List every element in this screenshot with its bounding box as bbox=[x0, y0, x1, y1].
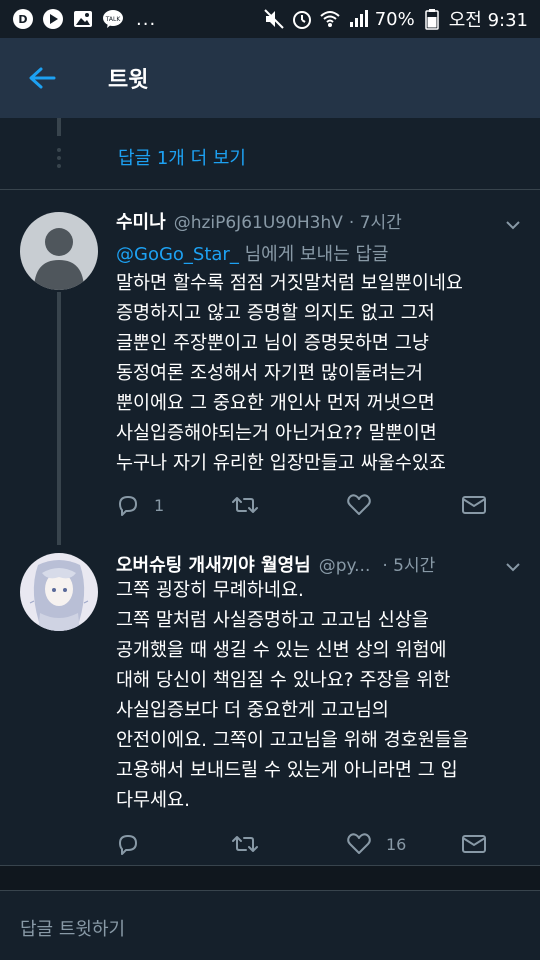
tweet-text-line: 뿐이에요 그 중요한 개인사 먼저 꺼냇으면 bbox=[116, 393, 435, 414]
reply-compose-placeholder[interactable]: 답글 트윗하기 bbox=[20, 915, 125, 941]
back-arrow-icon bbox=[29, 67, 56, 89]
tweet-text-line: 동정여론 조성해서 자기편 많이둘려는거 bbox=[116, 363, 423, 384]
battery-icon bbox=[421, 8, 443, 30]
tweet-text: 말하면 할수록 점점 거짓말처럼 보일뿐이네요 증명하지고 않고 증명할 의지도… bbox=[116, 269, 526, 479]
tweet-text: 그쪽 굉장히 무례하네요. 그쪽 말처럼 사실증명하고 고고님 신상을 공개했을… bbox=[116, 576, 526, 816]
reply-button[interactable]: 1 bbox=[116, 493, 231, 517]
reply-button[interactable] bbox=[116, 832, 231, 856]
mail-icon bbox=[462, 496, 486, 514]
replying-to-text: 님에게 보내는 답글 bbox=[238, 244, 389, 265]
svg-text:TALK: TALK bbox=[105, 16, 122, 23]
thread-dot bbox=[57, 156, 61, 160]
image-icon bbox=[72, 8, 94, 30]
retweet-button[interactable] bbox=[231, 832, 346, 856]
thread-line bbox=[57, 118, 61, 136]
timestamp: · 7시간 bbox=[348, 213, 402, 233]
tweet-text-line: 증명하지고 않고 증명할 의지도 없고 그저 bbox=[116, 303, 435, 324]
tweet-menu-button[interactable] bbox=[504, 558, 522, 576]
retweet-icon bbox=[232, 836, 258, 852]
tweet-text-line: 안전이에요. 그쪽이 고고님을 위해 경호원들을 bbox=[116, 730, 469, 751]
reply-compose-bar[interactable]: 답글 트윗하기 bbox=[0, 890, 540, 960]
daum-icon: D bbox=[12, 8, 34, 30]
tweet-text-line: 공개했을 때 생길 수 있는 신변 상의 위험에 bbox=[116, 640, 447, 661]
tweet-text-line: 그쪽 말처럼 사실증명하고 고고님 신상을 bbox=[116, 610, 429, 631]
talk-icon: TALK bbox=[102, 8, 124, 30]
reply-icon bbox=[119, 835, 137, 855]
tweet-text-line: 대해 당신이 책임질 수 있나요? 주장을 위한 bbox=[116, 670, 451, 691]
timestamp: · 5시간 bbox=[382, 556, 436, 576]
tweet-text-line: 그쪽 굉장히 무례하네요. bbox=[116, 580, 304, 601]
tweet-actions: 1 bbox=[116, 490, 496, 520]
avatar[interactable] bbox=[20, 212, 98, 290]
tweet-header: 수미나 @hziP6J61U90H3hV · 7시간 bbox=[116, 208, 490, 234]
heart-icon bbox=[347, 833, 371, 854]
tweet-text-line: 사실입증해야되는거 아닌거요?? 말뿐이면 bbox=[116, 423, 437, 444]
display-name[interactable]: 오버슈팅 개새끼야 월영님 bbox=[116, 551, 311, 577]
tweet-text-line: 고용해서 보내드릴 수 있는게 아니라면 그 입 bbox=[116, 760, 458, 781]
retweet-button[interactable] bbox=[231, 493, 346, 517]
alarm-icon bbox=[291, 8, 313, 30]
more-notifications: ... bbox=[136, 8, 157, 30]
user-handle[interactable]: @py... bbox=[319, 556, 371, 576]
status-bar: D TALK ... 70% 오전 9:31 bbox=[0, 0, 540, 38]
reply-icon bbox=[119, 496, 137, 516]
avatar[interactable] bbox=[20, 553, 98, 631]
thread-dot bbox=[57, 148, 61, 152]
reply-count: 1 bbox=[154, 495, 165, 515]
mention-link[interactable]: @GoGo_Star_ bbox=[116, 244, 239, 265]
like-button[interactable]: 16 bbox=[346, 832, 461, 856]
tweet-menu-button[interactable] bbox=[504, 216, 522, 234]
like-button[interactable] bbox=[346, 493, 461, 517]
tweet-actions: 16 bbox=[116, 829, 496, 859]
clock: 오전 9:31 bbox=[448, 10, 528, 31]
heart-icon bbox=[347, 494, 371, 515]
user-handle[interactable]: @hziP6J61U90H3hV bbox=[174, 213, 343, 233]
show-more-replies-row: 답글 1개 더 보기 bbox=[0, 118, 540, 190]
app-header: 트윗 bbox=[0, 38, 540, 118]
tweet-text-line: 말하면 할수록 점점 거짓말처럼 보일뿐이네요 bbox=[116, 273, 463, 294]
chevron-down-icon bbox=[506, 221, 520, 230]
display-name[interactable]: 수미나 bbox=[116, 208, 166, 234]
dm-share-button[interactable] bbox=[461, 832, 487, 856]
page-title: 트윗 bbox=[108, 68, 149, 93]
show-more-replies-link[interactable]: 답글 1개 더 보기 bbox=[118, 144, 246, 170]
chevron-down-icon bbox=[506, 563, 520, 572]
mute-icon bbox=[263, 8, 285, 30]
section-gap bbox=[0, 866, 540, 890]
battery-percent: 70% bbox=[374, 8, 415, 30]
svg-text:D: D bbox=[18, 13, 27, 26]
signal-icon bbox=[347, 8, 369, 30]
like-count: 16 bbox=[386, 834, 407, 854]
back-button[interactable] bbox=[0, 38, 84, 118]
wifi-icon bbox=[319, 8, 341, 30]
replying-to: @GoGo_Star_ 님에게 보내는 답글 bbox=[116, 240, 389, 266]
tweet-text-line: 사실입증보다 더 중요한게 고고님의 bbox=[116, 700, 389, 721]
thread-line bbox=[57, 292, 61, 545]
thread-dot bbox=[57, 164, 61, 168]
tweet-text-line: 다무세요. bbox=[116, 790, 190, 811]
tweet[interactable]: 오버슈팅 개새끼야 월영님 @py... · 5시간 그쪽 굉장히 무례하네요.… bbox=[0, 545, 540, 865]
tweet-header: 오버슈팅 개새끼야 월영님 @py... · 5시간 bbox=[116, 551, 490, 577]
mail-icon bbox=[462, 835, 486, 853]
tweet-text-line: 누구나 자기 유리한 입장만들고 싸울수있죠 bbox=[116, 453, 446, 474]
tweet[interactable]: 수미나 @hziP6J61U90H3hV · 7시간 @GoGo_Star_ 님… bbox=[0, 190, 540, 545]
retweet-icon bbox=[232, 497, 258, 513]
dm-share-button[interactable] bbox=[461, 493, 487, 517]
tweet-text-line: 글뿐인 주장뿐이고 님이 증명못하면 그냥 bbox=[116, 333, 429, 354]
play-icon bbox=[42, 8, 64, 30]
